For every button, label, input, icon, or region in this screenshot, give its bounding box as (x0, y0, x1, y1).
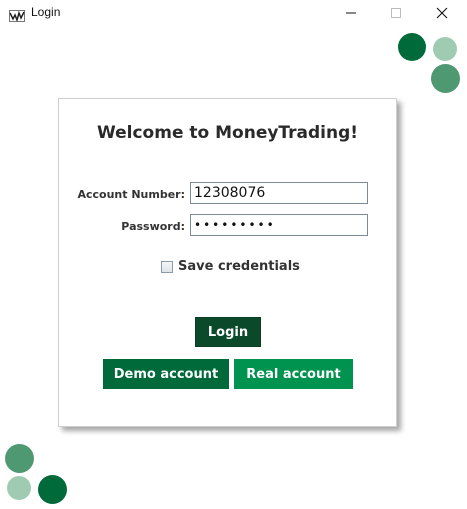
account-number-input[interactable]: 12308076 (190, 182, 368, 204)
app-icon (9, 7, 25, 23)
title-bar: Login (0, 0, 467, 26)
login-button[interactable]: Login (195, 317, 261, 347)
demo-account-button[interactable]: Demo account (103, 359, 229, 389)
account-number-label: Account Number: (77, 188, 185, 201)
maximize-button[interactable] (373, 0, 419, 26)
decor-circle-mid (5, 444, 34, 473)
window-title: Login (31, 5, 61, 19)
password-label: Password: (121, 220, 185, 233)
minimize-icon (346, 12, 356, 14)
minimize-button[interactable] (328, 0, 374, 26)
maximize-icon (391, 8, 401, 18)
close-button[interactable] (419, 0, 465, 26)
save-credentials-row[interactable]: Save credentials (161, 259, 300, 274)
save-credentials-label[interactable]: Save credentials (178, 259, 300, 274)
close-icon (436, 7, 448, 19)
decor-circle-dark (38, 475, 67, 504)
login-card: Welcome to MoneyTrading! Account Number:… (58, 98, 397, 427)
real-account-button[interactable]: Real account (234, 359, 353, 389)
decor-circle-mid (431, 64, 460, 93)
decor-circle-light (433, 37, 457, 61)
save-credentials-checkbox[interactable] (161, 260, 173, 273)
welcome-heading: Welcome to MoneyTrading! (96, 123, 359, 143)
decor-circle-light (7, 476, 31, 500)
password-input[interactable]: ••••••••• (190, 214, 368, 236)
decor-circle-dark (398, 33, 426, 61)
